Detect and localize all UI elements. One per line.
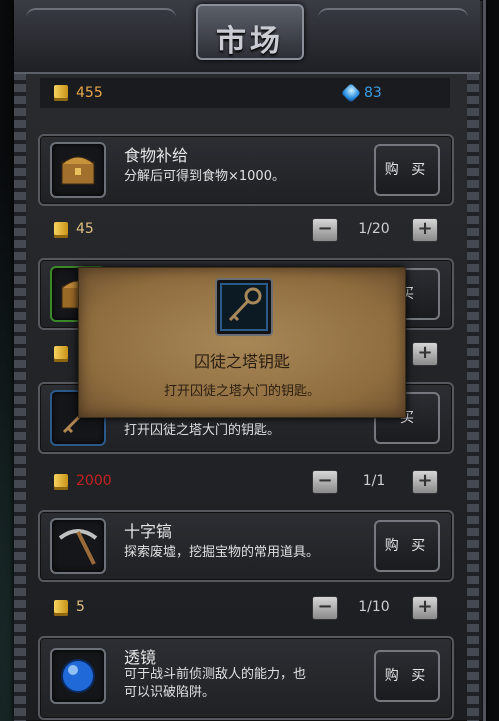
buy-button[interactable]: 购 买 xyxy=(374,520,440,572)
treasure-chest-icon xyxy=(50,142,106,198)
price-row: 2000 − 1/1 + xyxy=(38,468,450,498)
item-description-line: 可于战斗前侦测敌人的能力，也 xyxy=(124,667,307,682)
item-price: 45 xyxy=(76,221,94,237)
lens-icon xyxy=(50,648,106,704)
gold-coin-icon xyxy=(54,474,68,490)
item-name: 食物补给 xyxy=(124,146,189,165)
currency-bar: 455 83 xyxy=(40,78,450,108)
page-title: 市场 xyxy=(216,24,284,59)
increase-button[interactable]: + xyxy=(412,342,438,366)
quantity-value: 1/10 xyxy=(358,599,390,615)
gem-icon xyxy=(341,83,361,103)
right-chain-decoration xyxy=(467,0,479,721)
item-description: 探索废墟，挖掘宝物的常用道具。 xyxy=(124,545,320,560)
list-item: 十字镐 探索废墟，挖掘宝物的常用道具。 购 买 xyxy=(38,510,454,582)
increase-button[interactable]: + xyxy=(412,470,438,494)
header-ornament-left xyxy=(26,8,176,48)
quantity-value: 1/20 xyxy=(358,221,390,237)
quantity-value: 1/1 xyxy=(362,473,386,489)
item-description-line: 可以识破陷阱。 xyxy=(124,685,216,700)
item-price: 2000 xyxy=(76,473,112,489)
gold-coin-icon xyxy=(54,85,68,101)
list-item: 透镜 可于战斗前侦测敌人的能力，也 可以识破陷阱。 购 买 xyxy=(38,636,454,720)
price-row: 45 − 1/20 + xyxy=(38,216,450,246)
price-row: 5 − 1/10 + xyxy=(38,594,450,624)
gold-coin-icon xyxy=(54,346,68,362)
buy-button[interactable]: 购 买 xyxy=(374,650,440,702)
list-item: 食物补给 分解后可得到食物×1000。 购 买 xyxy=(38,134,454,206)
gold-coin-icon xyxy=(54,600,68,616)
pickaxe-icon xyxy=(50,518,106,574)
gem-amount: 83 xyxy=(364,85,382,101)
item-tooltip: 囚徒之塔钥匙 打开囚徒之塔大门的钥匙。 xyxy=(78,267,406,418)
gold-amount: 455 xyxy=(76,85,103,101)
decrease-button[interactable]: − xyxy=(312,218,338,242)
decrease-button[interactable]: − xyxy=(312,596,338,620)
decrease-button[interactable]: − xyxy=(312,470,338,494)
item-name: 透镜 xyxy=(124,648,157,667)
item-description: 可于战斗前侦测敌人的能力，也 可以识破陷阱。 xyxy=(124,666,306,702)
buy-button[interactable]: 购 买 xyxy=(374,144,440,196)
item-name: 十字镐 xyxy=(124,522,173,541)
gold-coin-icon xyxy=(54,222,68,238)
left-chain-decoration xyxy=(14,0,26,721)
key-icon xyxy=(215,278,273,336)
item-description: 打开囚徒之塔大门的钥匙。 xyxy=(124,423,281,438)
tooltip-item-description: 打开囚徒之塔大门的钥匙。 xyxy=(163,384,320,399)
item-price: 5 xyxy=(76,599,85,615)
item-description: 分解后可得到食物×1000。 xyxy=(124,169,285,184)
increase-button[interactable]: + xyxy=(412,596,438,620)
header-ornament-right xyxy=(318,8,468,48)
increase-button[interactable]: + xyxy=(412,218,438,242)
tooltip-item-name: 囚徒之塔钥匙 xyxy=(193,352,290,371)
title-plate: 市场 xyxy=(196,4,304,60)
